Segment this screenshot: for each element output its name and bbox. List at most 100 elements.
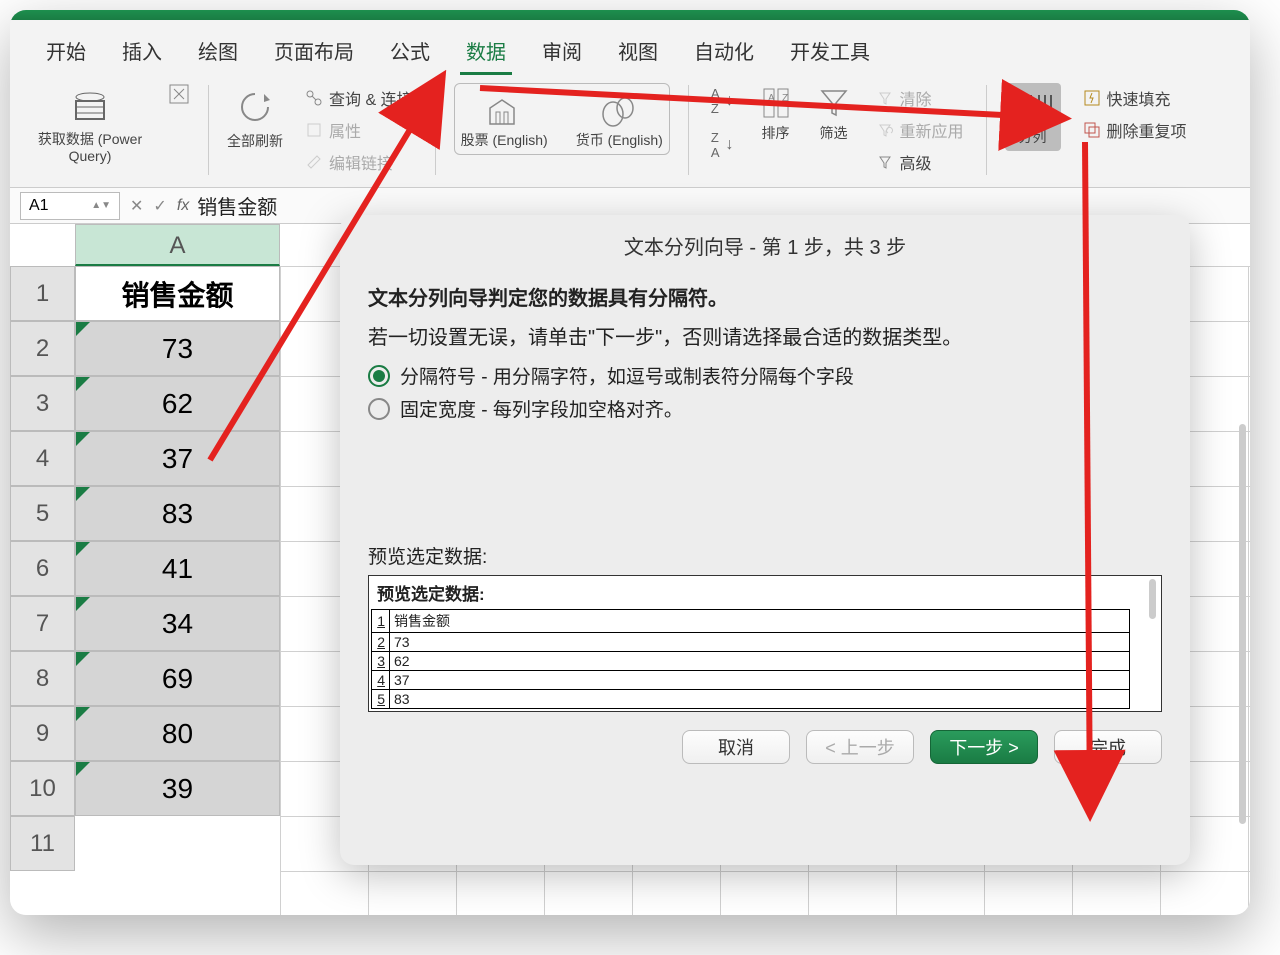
filter-icon xyxy=(814,83,854,123)
scrollbar-vertical[interactable] xyxy=(1239,424,1246,824)
radio-delimited-icon xyxy=(368,365,390,387)
cell-data[interactable]: 34 xyxy=(75,596,280,651)
queries-connections-button[interactable]: 查询 & 连接 xyxy=(301,83,417,113)
sort-button[interactable]: AZ 排序 xyxy=(756,83,796,143)
cell-data[interactable]: 83 xyxy=(75,486,280,541)
cell-data[interactable]: 62 xyxy=(75,376,280,431)
radio-delimited[interactable]: 分隔符号 - 用分隔字符，如逗号或制表符分隔每个字段 xyxy=(368,362,1162,389)
formula-input[interactable]: 销售金额 xyxy=(197,191,277,220)
row-header-10[interactable]: 10 xyxy=(10,761,75,816)
cell-data[interactable]: 37 xyxy=(75,431,280,486)
cell-A1-header[interactable]: 销售金额 xyxy=(75,266,280,321)
tab-home[interactable]: 开始 xyxy=(40,28,92,75)
remove-duplicates-button[interactable]: 删除重复项 xyxy=(1079,115,1191,145)
currencies-button[interactable]: 货币 (English) xyxy=(576,92,663,150)
sort-za-button[interactable]: ZA↓ xyxy=(707,127,738,163)
dialog-heading: 文本分列向导判定您的数据具有分隔符。 xyxy=(368,282,1162,311)
enter-icon[interactable]: ✓ xyxy=(153,196,166,216)
excel-window: 开始 插入 绘图 页面布局 公式 数据 审阅 视图 自动化 开发工具 获取数据 … xyxy=(10,10,1250,915)
get-data-label: 获取数据 (Power Query) xyxy=(30,131,150,165)
row-header-4[interactable]: 4 xyxy=(10,431,75,486)
data-types-group: 股票 (English) 货币 (English) xyxy=(454,83,670,155)
text-to-columns-dialog: 文本分列向导 - 第 1 步，共 3 步 文本分列向导判定您的数据具有分隔符。 … xyxy=(340,215,1190,865)
name-box[interactable]: A1 ▲▼ xyxy=(20,192,120,220)
preview-scrollbar[interactable] xyxy=(1149,579,1156,619)
clear-icon xyxy=(876,89,894,107)
cell-data[interactable]: 41 xyxy=(75,541,280,596)
flash-fill-button[interactable]: 快速填充 xyxy=(1079,83,1191,113)
refresh-all-label: 全部刷新 xyxy=(227,131,283,151)
tab-formulas[interactable]: 公式 xyxy=(384,28,436,75)
preview-row: 273 xyxy=(372,633,1130,652)
next-button[interactable]: 下一步 > xyxy=(930,730,1038,764)
stocks-button[interactable]: 股票 (English) xyxy=(461,92,548,150)
advanced-button[interactable]: 高级 xyxy=(872,147,968,177)
properties-button[interactable]: 属性 xyxy=(301,115,417,145)
svg-text:Z: Z xyxy=(782,93,788,104)
cell-data[interactable]: 69 xyxy=(75,651,280,706)
link-icon xyxy=(305,89,323,107)
preview-header: 预览选定数据: xyxy=(377,580,1155,605)
text-to-columns-button[interactable]: 分列 xyxy=(1005,83,1061,151)
cell-data[interactable]: 39 xyxy=(75,761,280,816)
remove-duplicates-icon xyxy=(1083,121,1101,139)
row-header-6[interactable]: 6 xyxy=(10,541,75,596)
tab-page-layout[interactable]: 页面布局 xyxy=(268,28,360,75)
tab-insert[interactable]: 插入 xyxy=(116,28,168,75)
get-data-group[interactable]: 获取数据 (Power Query) xyxy=(30,83,150,165)
row-header-11[interactable]: 11 xyxy=(10,816,75,871)
row-header-7[interactable]: 7 xyxy=(10,596,75,651)
preview-label: 预览选定数据: xyxy=(368,542,1162,569)
row-header-1[interactable]: 1 xyxy=(10,266,75,321)
cancel-icon[interactable]: ✕ xyxy=(130,196,143,216)
finish-button[interactable]: 完成 xyxy=(1054,730,1162,764)
connections-icon[interactable] xyxy=(168,83,190,105)
radio-fixed-width-icon xyxy=(368,398,390,420)
tab-developer[interactable]: 开发工具 xyxy=(784,28,876,75)
preview-row: 437 xyxy=(372,671,1130,690)
row-header-8[interactable]: 8 xyxy=(10,651,75,706)
tab-draw[interactable]: 绘图 xyxy=(192,28,244,75)
reapply-icon xyxy=(876,121,894,139)
clear-button[interactable]: 清除 xyxy=(872,83,968,113)
tab-view[interactable]: 视图 xyxy=(612,28,664,75)
col-header-A[interactable]: A xyxy=(75,224,280,266)
preview-row: 1销售金额 xyxy=(372,610,1130,633)
radio-fixed-width[interactable]: 固定宽度 - 每列字段加空格对齐。 xyxy=(368,395,1162,422)
stocks-icon xyxy=(482,92,526,130)
text-to-columns-icon xyxy=(1011,87,1055,127)
tab-automate[interactable]: 自动化 xyxy=(688,28,760,75)
back-button: < 上一步 xyxy=(806,730,914,764)
refresh-all-group[interactable]: 全部刷新 xyxy=(227,83,283,151)
row-header-3[interactable]: 3 xyxy=(10,376,75,431)
get-data-icon xyxy=(66,83,114,131)
currency-icon xyxy=(597,92,641,130)
tab-review[interactable]: 审阅 xyxy=(536,28,588,75)
sort-az-button[interactable]: AZ↓ xyxy=(707,83,738,119)
reapply-button[interactable]: 重新应用 xyxy=(872,115,968,145)
row-header-5[interactable]: 5 xyxy=(10,486,75,541)
edit-links-button[interactable]: 编辑链接 xyxy=(301,147,417,177)
advanced-icon xyxy=(876,153,894,171)
title-bar xyxy=(10,10,1250,20)
row-header-9[interactable]: 9 xyxy=(10,706,75,761)
cell-data[interactable]: 73 xyxy=(75,321,280,376)
ribbon-tabs: 开始 插入 绘图 页面布局 公式 数据 审阅 视图 自动化 开发工具 xyxy=(10,20,1250,75)
preview-row: 362 xyxy=(372,652,1130,671)
cell-data[interactable]: 80 xyxy=(75,706,280,761)
filter-button[interactable]: 筛选 xyxy=(814,83,854,143)
chevron-down-icon: ▲▼ xyxy=(91,200,111,211)
fx-label: fx xyxy=(177,197,189,215)
tab-data[interactable]: 数据 xyxy=(460,28,512,75)
sort-icon: AZ xyxy=(756,83,796,123)
preview-row: 583 xyxy=(372,690,1130,709)
dialog-title: 文本分列向导 - 第 1 步，共 3 步 xyxy=(368,231,1162,260)
svg-text:A: A xyxy=(768,93,775,104)
dialog-subheading: 若一切设置无误，请单击"下一步"，否则请选择最合适的数据类型。 xyxy=(368,321,1162,350)
cancel-button[interactable]: 取消 xyxy=(682,730,790,764)
row-header-2[interactable]: 2 xyxy=(10,321,75,376)
flash-fill-icon xyxy=(1083,89,1101,107)
preview-box: 预览选定数据: 1销售金额273362437583 xyxy=(368,575,1162,712)
edit-links-icon xyxy=(305,153,323,171)
properties-icon xyxy=(305,121,323,139)
